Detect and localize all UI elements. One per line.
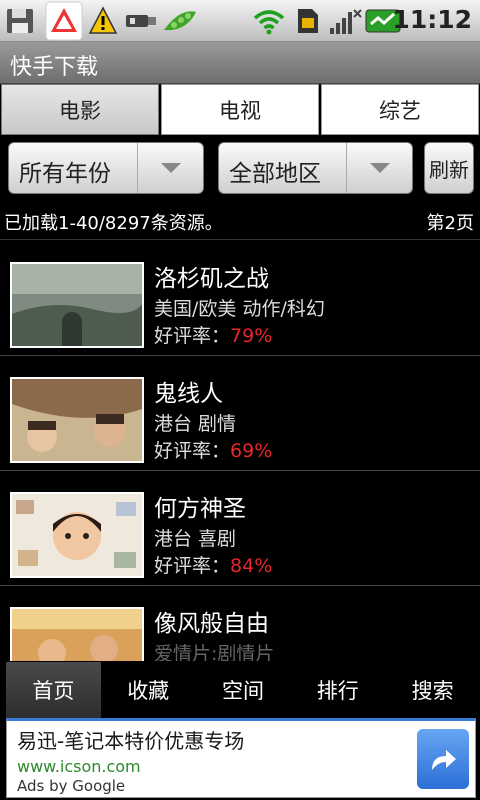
movie-title: 何方神圣 [154,496,246,522]
rating-value: 84% [230,555,273,577]
app-title: 快手下载 [10,55,99,80]
nav-space[interactable]: 空间 [196,662,291,718]
sim-icon [298,9,318,33]
ad-url[interactable]: www.icson.com [17,757,141,776]
rating-label: 好评率： [154,325,231,347]
movie-title: 像风般自由 [154,611,269,637]
pea-pod-icon [164,11,196,31]
movie-title: 鬼线人 [154,381,223,407]
category-tabs: 电影 电视 综艺 [0,84,480,136]
page-indicator: 第2页 [426,213,474,234]
movie-rating: 好评率：84% [154,551,272,578]
rating-label: 好评率： [154,440,231,462]
tab-tv[interactable]: 电视 [161,84,319,135]
movie-meta: 美国/欧美 动作/科幻 [154,298,325,320]
poster-image [12,609,142,661]
share-arrow-icon [432,750,456,770]
year-select[interactable]: 所有年份 [8,142,204,194]
rating-label: 好评率： [154,555,231,577]
movie-poster [10,492,144,578]
region-select[interactable]: 全部地区 [218,142,413,194]
result-info: 已加载1-40/8297条资源。 第2页 [0,204,480,240]
status-bar: 11:12 [0,0,480,42]
wifi-icon [253,10,285,35]
poster-image [12,494,142,576]
poster-image [12,264,142,346]
region-select-dropdown [346,143,412,193]
ad-go-button[interactable] [417,729,469,789]
bottom-navigation: 首页 收藏 空间 排行 搜索 [0,662,480,718]
clock: 11:12 [392,5,472,34]
ad-banner[interactable]: 易迅-笔记本特价优惠专场 www.icson.com Ads by Google [6,718,476,798]
movie-title: 洛杉矶之战 [154,266,269,292]
rating-value: 79% [230,325,273,347]
warning-triangle-icon [45,1,83,41]
warning-icon [88,6,118,34]
nav-search[interactable]: 搜索 [385,662,480,718]
nav-favorites[interactable]: 收藏 [101,662,196,718]
app-title-bar: 快手下载 [0,42,480,84]
ad-byline: Ads by Google [17,777,126,795]
refresh-button[interactable]: 刷新 [424,142,474,194]
list-item[interactable]: 鬼线人 港台 剧情 好评率：69% [0,356,480,471]
ad-headline[interactable]: 易迅-笔记本特价优惠专场 [17,725,244,754]
save-icon [7,9,33,33]
movie-poster [10,377,144,463]
chevron-down-icon [160,163,181,173]
movie-poster [10,262,144,348]
list-item[interactable]: 洛杉矶之战 美国/欧美 动作/科幻 好评率：79% [0,241,480,356]
tab-movies[interactable]: 电影 [1,84,159,135]
result-count: 已加载1-40/8297条资源。 [4,213,223,234]
movie-rating: 好评率：69% [154,436,272,463]
movie-meta: 港台 剧情 [154,413,237,435]
no-signal-icon [330,9,362,34]
tab-variety[interactable]: 综艺 [321,84,479,135]
year-select-dropdown [137,143,203,193]
year-select-label: 所有年份 [19,161,111,187]
movie-meta: 爱情片:剧情片 [154,643,275,661]
nav-ranking[interactable]: 排行 [290,662,385,718]
nav-home[interactable]: 首页 [6,662,101,718]
chevron-down-icon [369,163,390,173]
movie-list[interactable]: 洛杉矶之战 美国/欧美 动作/科幻 好评率：79% 鬼线人 港台 剧情 好评率：… [0,241,480,661]
movie-poster [10,607,144,661]
rating-value: 69% [230,440,273,462]
movie-rating: 好评率：79% [154,321,272,348]
usb-icon [126,15,156,27]
list-item[interactable]: 像风般自由 爱情片:剧情片 [0,586,480,661]
filter-bar: 所有年份 全部地区 刷新 [0,136,480,202]
movie-meta: 港台 喜剧 [154,528,237,550]
region-select-label: 全部地区 [229,161,321,187]
list-item[interactable]: 何方神圣 港台 喜剧 好评率：84% [0,471,480,586]
poster-image [12,379,142,461]
